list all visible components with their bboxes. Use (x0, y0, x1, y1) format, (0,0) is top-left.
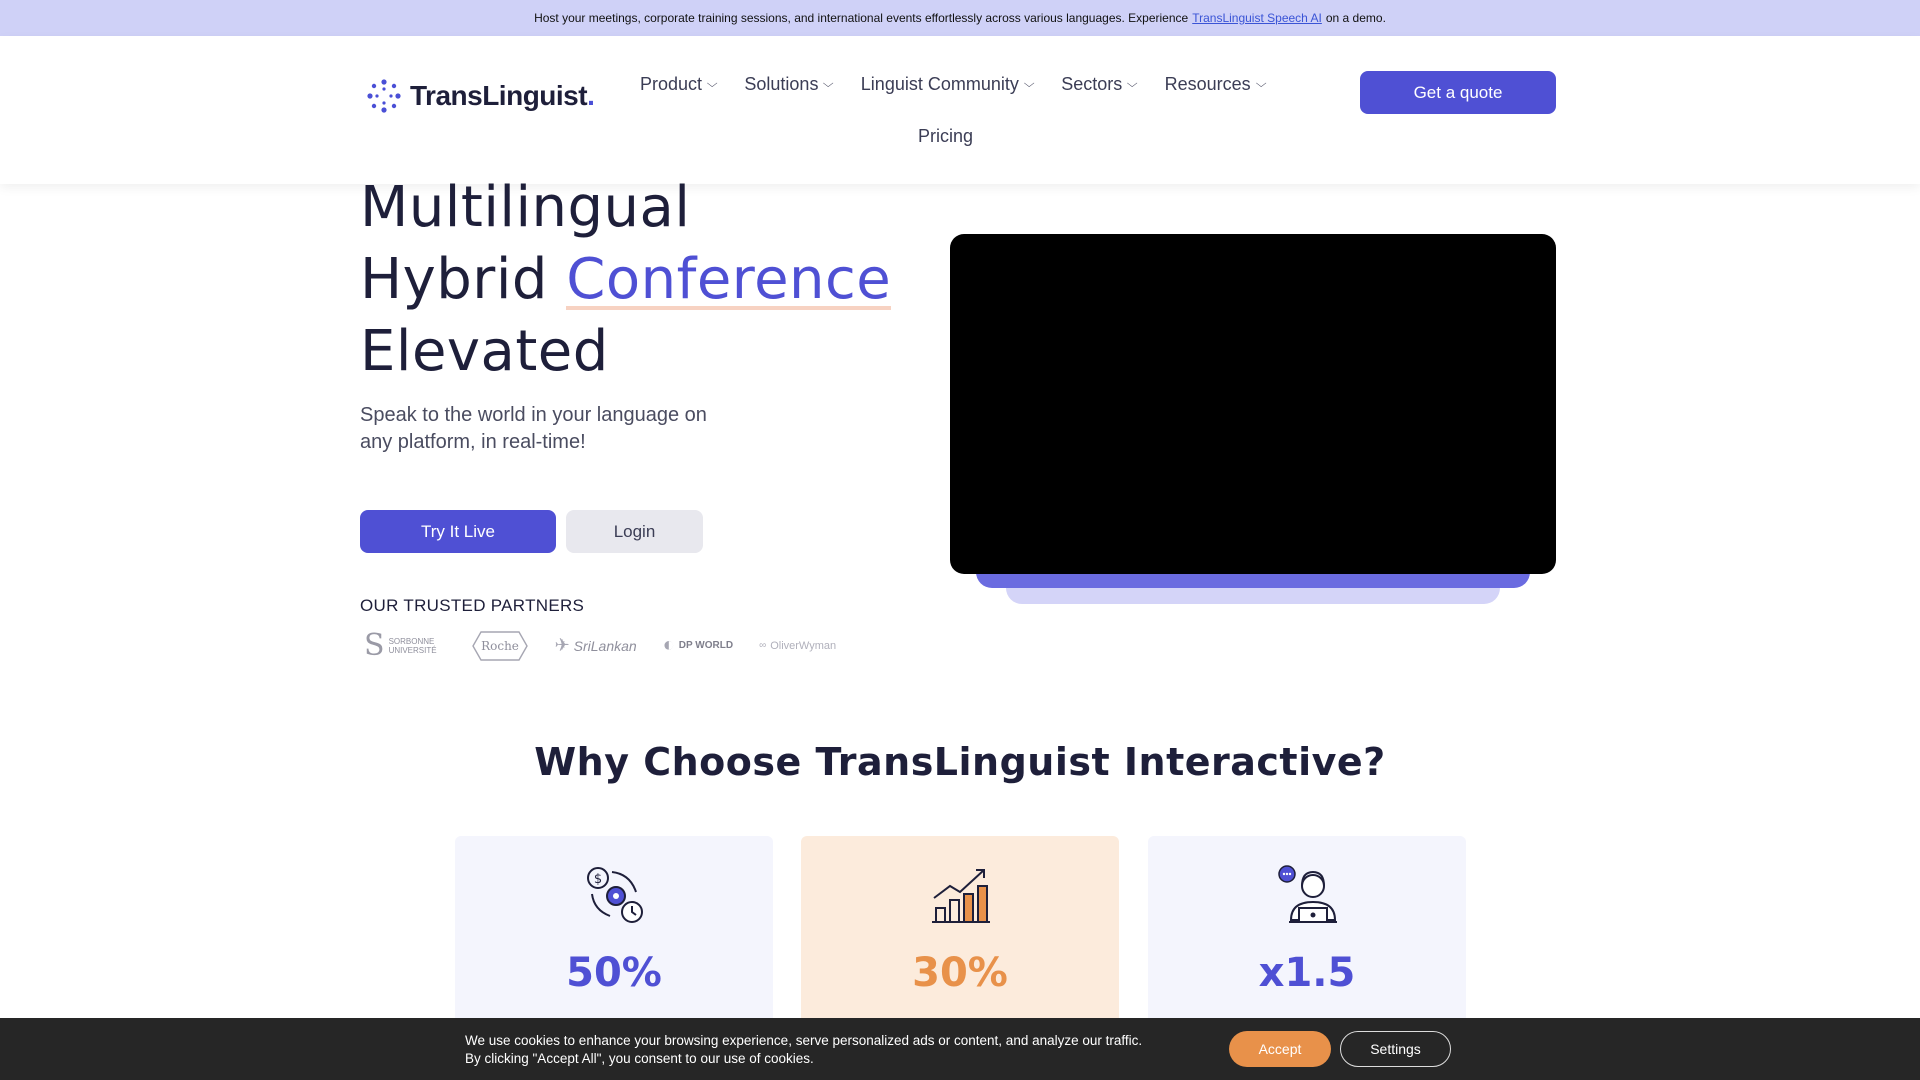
cookie-banner: We use cookies to enhance your browsing … (0, 1018, 1920, 1080)
partner-logo-sorbonne: S SORBONNE UNIVERSITÉ (364, 628, 437, 663)
partners-title: OUR TRUSTED PARTNERS (360, 596, 585, 615)
stat-value: 30% (912, 950, 1008, 996)
nav-resources[interactable]: Resources ⌵ (1165, 74, 1267, 95)
support-agent-icon (1278, 865, 1337, 923)
partner-logo-dpworld: ◐ DP WORLD (662, 634, 734, 656)
hero-media (950, 234, 1556, 604)
hero-video[interactable] (950, 234, 1556, 574)
site-header: TransLinguist. Product ⌵ Solutions ⌵ Lingu… (0, 36, 1920, 184)
chevron-down-icon: ⌵ (1023, 78, 1035, 90)
login-button[interactable]: Login (566, 510, 703, 553)
svg-text:Roche: Roche (481, 639, 519, 653)
announcement-bar: Host your meetings, corporate training s… (0, 0, 1920, 36)
partner-logos: S SORBONNE UNIVERSITÉ Roche ✈ SriLankan … (364, 628, 836, 663)
logo-text: TransLinguist. (410, 80, 595, 111)
nav-solutions[interactable]: Solutions ⌵ (744, 74, 835, 95)
try-it-live-button[interactable]: Try It Live (360, 510, 556, 553)
cookie-text: We use cookies to enhance your browsing … (465, 1033, 1143, 1066)
nav-sectors[interactable]: Sectors ⌵ (1061, 74, 1138, 95)
logo-icon (367, 79, 401, 113)
why-choose-title: Why Choose TransLinguist Interactive? (534, 740, 1386, 784)
hero-title-line1: Multilingual (360, 175, 691, 240)
chevron-down-icon: ⌵ (706, 78, 718, 90)
announcement-text-end: on a demo. (1325, 11, 1386, 25)
nav-pricing[interactable]: Pricing (918, 126, 973, 147)
growth-chart-icon (932, 869, 990, 923)
stat-value: x1.5 (1258, 950, 1356, 996)
speech-ai-link[interactable]: TransLinguist Speech AI (1192, 11, 1322, 25)
announcement-text: Host your meetings, corporate training s… (534, 11, 1189, 25)
hero-title-line2: Hybrid (360, 247, 548, 312)
chevron-down-icon: ⌵ (1255, 78, 1267, 90)
nav-linguist-community[interactable]: Linguist Community ⌵ (861, 74, 1035, 95)
svg-text:$: $ (594, 872, 602, 887)
chevron-down-icon: ⌵ (823, 78, 835, 90)
nav-product[interactable]: Product ⌵ (640, 74, 718, 95)
partner-logo-oliverwyman: ∞ OliverWyman (759, 639, 837, 652)
partner-logo-srilankan: ✈ SriLankan (554, 635, 637, 655)
accept-cookies-button[interactable]: Accept (1229, 1031, 1331, 1067)
hero-title-line3: Elevated (360, 319, 609, 384)
cost-savings-icon: $ (587, 867, 643, 923)
get-quote-button[interactable]: Get a quote (1360, 71, 1556, 114)
cookie-settings-button[interactable]: Settings (1340, 1031, 1451, 1067)
partner-logo-roche: Roche (471, 630, 529, 662)
main-nav: Product ⌵ Solutions ⌵ Linguist Community ⌵ … (640, 74, 1267, 95)
logo[interactable]: TransLinguist. (366, 78, 595, 114)
hero-subtitle: Speak to the world in your language on a… (360, 404, 707, 453)
hero-title: Multilingual Hybrid Conference Elevated (360, 172, 892, 388)
hero-title-accent: Conference (566, 247, 892, 312)
stat-value: 50% (566, 950, 662, 996)
chevron-down-icon: ⌵ (1126, 78, 1138, 90)
